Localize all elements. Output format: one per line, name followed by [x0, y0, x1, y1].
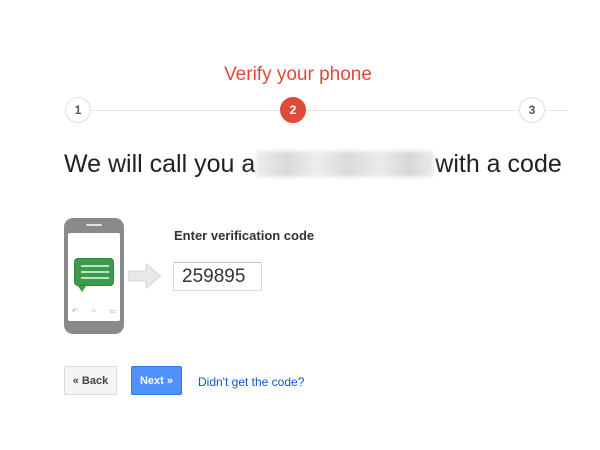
- progress-line: [78, 110, 568, 111]
- redacted-phone-number: [256, 151, 435, 177]
- phone-speaker: [86, 224, 102, 226]
- home-key-icon: ⌂: [91, 307, 96, 314]
- back-button[interactable]: « Back: [64, 366, 117, 395]
- phone-nav-keys: ↶ ⌂ ▭: [72, 307, 116, 317]
- message-line: [81, 277, 109, 279]
- step-indicator-2: 2: [280, 97, 306, 123]
- headline-text-start: We will call you a: [64, 149, 256, 178]
- phone-message-icon: ↶ ⌂ ▭: [64, 218, 124, 334]
- message-line: [81, 265, 109, 267]
- page-headline: We will call you a with a code: [64, 147, 562, 181]
- verification-code-input[interactable]: [173, 262, 262, 291]
- step-title: Verify your phone: [224, 64, 372, 85]
- verification-code-label: Enter verification code: [174, 228, 315, 243]
- next-button[interactable]: Next »: [131, 366, 182, 395]
- phone-screen: ↶ ⌂ ▭: [68, 233, 120, 321]
- back-key-icon: ↶: [72, 308, 78, 315]
- message-bubble-tail: [78, 286, 86, 292]
- message-line: [81, 271, 109, 273]
- step-indicator-3: 3: [519, 97, 545, 123]
- menu-key-icon: ▭: [109, 308, 116, 315]
- headline-text-end: with a code: [435, 149, 562, 178]
- didnt-get-code-link[interactable]: Didn't get the code?: [198, 375, 304, 389]
- arrow-right-icon: [128, 263, 162, 289]
- message-bubble-icon: [74, 258, 114, 286]
- step-indicator-1: 1: [65, 97, 91, 123]
